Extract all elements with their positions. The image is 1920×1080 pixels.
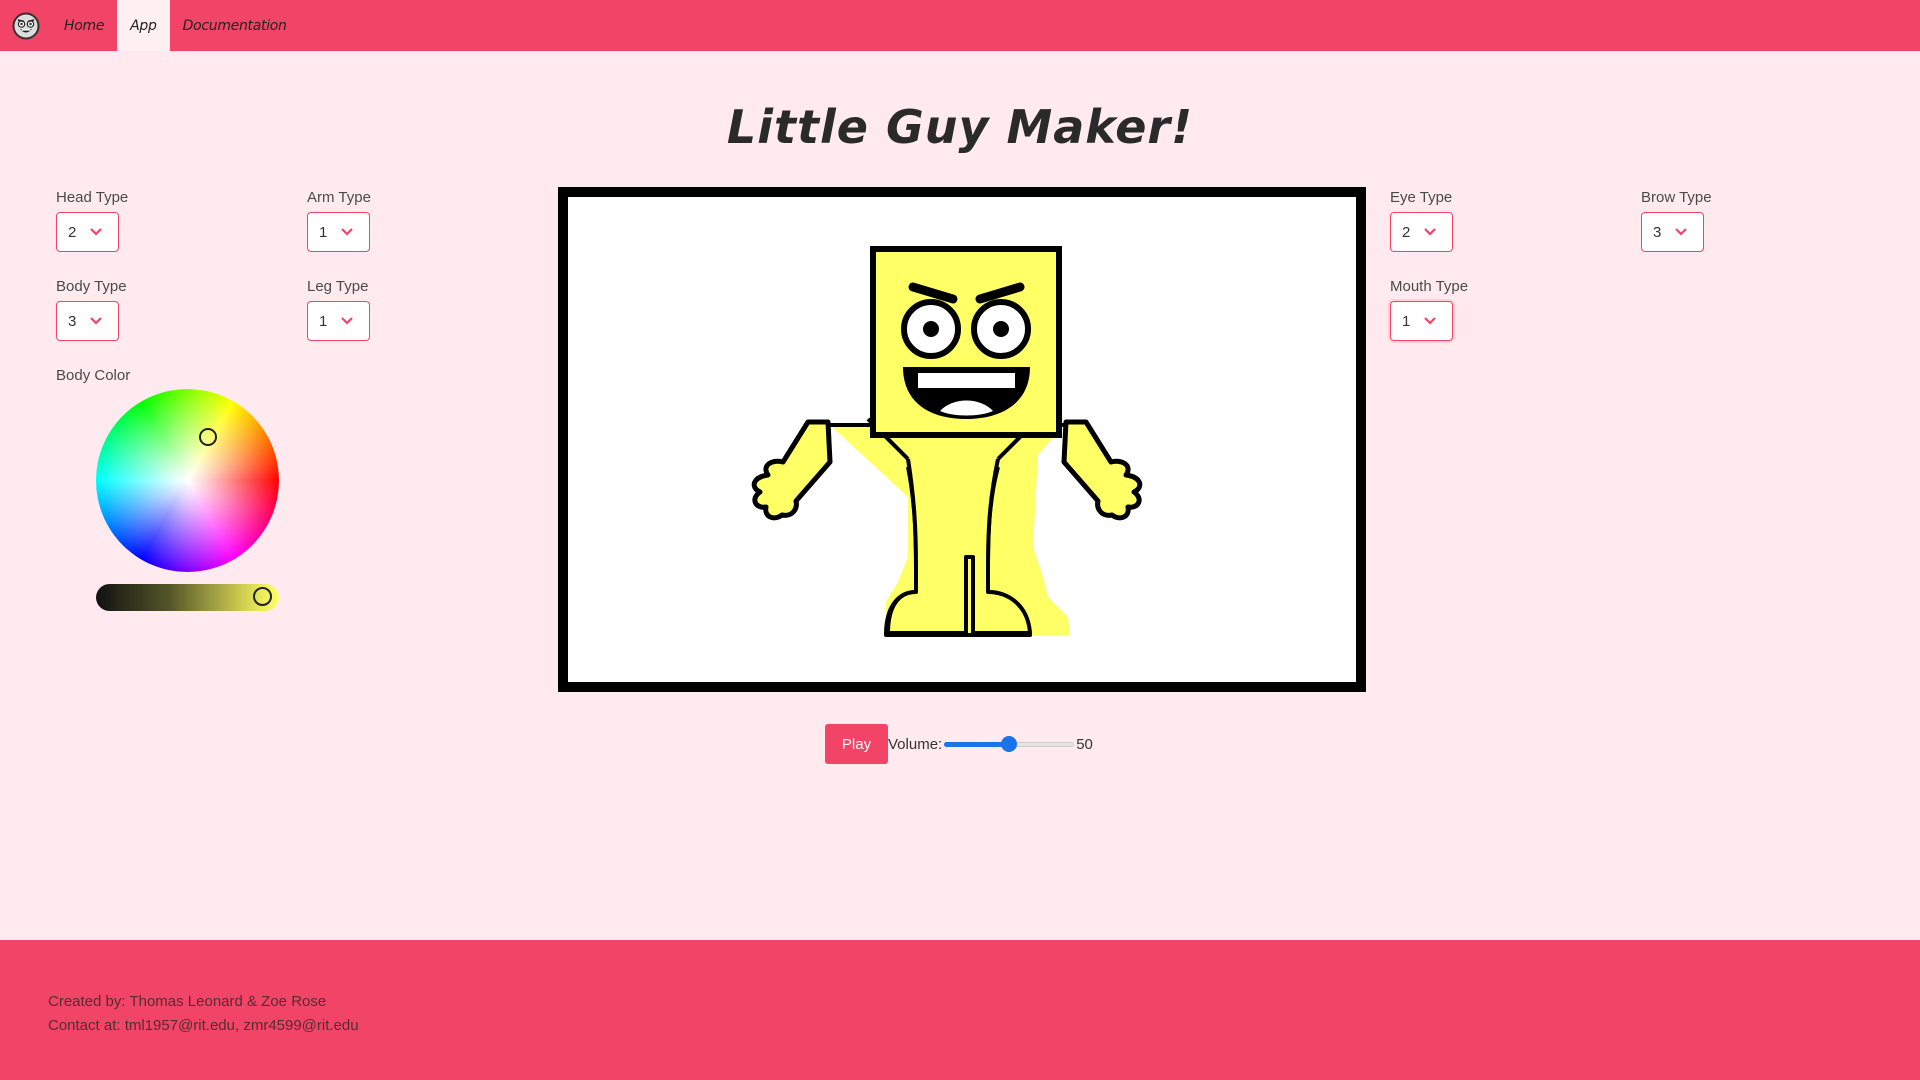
footer: Created by: Thomas Leonard & Zoe Rose Co… xyxy=(0,940,1920,1080)
body-type-label: Body Type xyxy=(56,278,127,295)
nav-app[interactable]: App xyxy=(117,0,170,51)
chevron-down-icon xyxy=(341,228,353,236)
head-type-field: Head Type 2 xyxy=(56,189,128,252)
chevron-down-icon xyxy=(90,317,102,325)
eye-type-field: Eye Type 2 xyxy=(1390,189,1453,252)
leg-type-value: 1 xyxy=(319,312,328,330)
logo-icon[interactable] xyxy=(0,0,51,51)
eye-type-select[interactable]: 2 xyxy=(1390,212,1453,252)
head-type-select[interactable]: 2 xyxy=(56,212,119,252)
chevron-down-icon xyxy=(1675,228,1687,236)
body-type-select[interactable]: 3 xyxy=(56,301,119,341)
footer-credits: Created by: Thomas Leonard & Zoe Rose xyxy=(48,993,327,1010)
mouth-type-field: Mouth Type 1 xyxy=(1390,278,1468,341)
color-wheel-handle[interactable] xyxy=(199,428,217,446)
arm-type-label: Arm Type xyxy=(307,189,371,206)
brightness-slider[interactable] xyxy=(96,584,279,611)
brow-type-select[interactable]: 3 xyxy=(1641,212,1704,252)
leg-type-select[interactable]: 1 xyxy=(307,301,370,341)
brightness-slider-handle[interactable] xyxy=(253,587,272,606)
volume-fill xyxy=(944,742,1010,747)
eye-type-label: Eye Type xyxy=(1390,189,1453,206)
mouth-type-label: Mouth Type xyxy=(1390,278,1469,295)
nav-documentation[interactable]: Documentation xyxy=(170,0,300,51)
head-type-label: Head Type xyxy=(56,189,129,206)
eye-type-value: 2 xyxy=(1402,223,1411,241)
nav-home[interactable]: Home xyxy=(51,0,117,51)
chevron-down-icon xyxy=(1424,228,1436,236)
volume-thumb[interactable] xyxy=(1001,736,1018,752)
leg-type-field: Leg Type 1 xyxy=(307,278,370,341)
arm-type-select[interactable]: 1 xyxy=(307,212,370,252)
page-title: Little Guy Maker! xyxy=(726,100,1194,154)
chevron-down-icon xyxy=(341,317,353,325)
body-color-label: Body Color xyxy=(56,367,131,384)
chevron-down-icon xyxy=(90,228,102,236)
volume-label: Volume: xyxy=(888,735,943,753)
little-guy-drawing xyxy=(751,246,1143,637)
color-wheel-hue[interactable] xyxy=(96,389,279,572)
head-type-value: 2 xyxy=(68,223,77,241)
mouth-type-select[interactable]: 1 xyxy=(1390,301,1453,341)
brow-type-label: Brow Type xyxy=(1641,189,1712,206)
play-button[interactable]: Play xyxy=(825,724,888,764)
chevron-down-icon xyxy=(1424,317,1436,325)
brow-type-value: 3 xyxy=(1653,223,1662,241)
body-color-field: Body Color xyxy=(56,367,130,390)
arm-type-value: 1 xyxy=(319,223,328,241)
arm-type-field: Arm Type 1 xyxy=(307,189,371,252)
leg-type-label: Leg Type xyxy=(307,278,369,295)
body-type-field: Body Type 3 xyxy=(56,278,127,341)
volume-slider[interactable] xyxy=(944,736,1075,752)
brow-type-field: Brow Type 3 xyxy=(1641,189,1712,252)
navbar: Home App Documentation xyxy=(0,0,1920,51)
audio-player: Play Volume: 50 xyxy=(825,724,1093,764)
color-wheel[interactable] xyxy=(96,389,279,572)
footer-contact: Contact at: tml1957@rit.edu, zmr4599@rit… xyxy=(48,1017,359,1034)
mouth-type-value: 1 xyxy=(1402,312,1411,330)
volume-value: 50 xyxy=(1076,735,1093,753)
character-canvas xyxy=(558,187,1366,692)
body-type-value: 3 xyxy=(68,312,77,330)
